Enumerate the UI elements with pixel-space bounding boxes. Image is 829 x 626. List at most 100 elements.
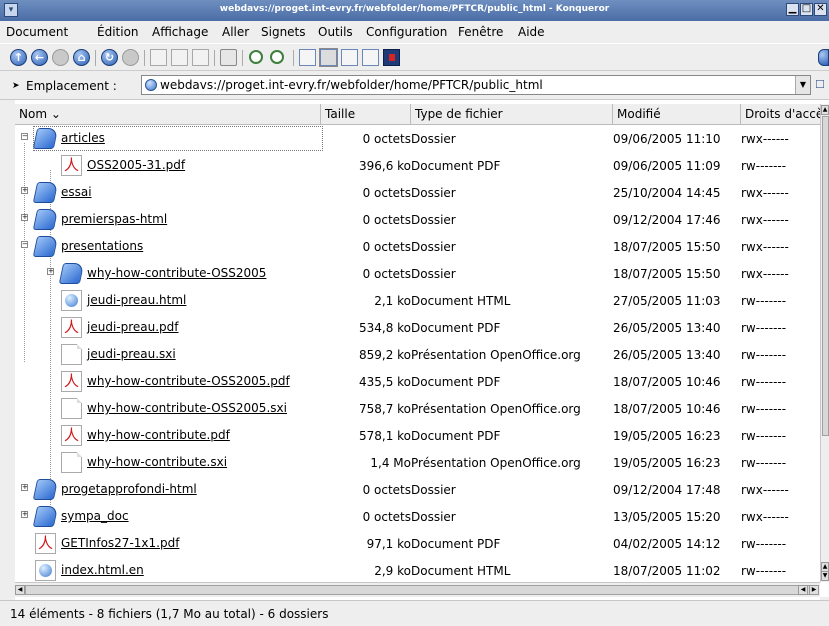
multicolumn-view-icon[interactable] (341, 49, 358, 66)
menu-configuration[interactable]: Configuration (366, 25, 447, 39)
folder-icon[interactable] (58, 263, 85, 284)
file-name[interactable]: presentations (61, 239, 143, 253)
folder-icon[interactable] (32, 128, 59, 149)
expand-icon[interactable]: + (21, 511, 28, 518)
forward-arrow-icon[interactable] (52, 49, 69, 66)
file-row[interactable]: + progetapprofondi-html 0 octets Dossier 09/… (15, 476, 820, 503)
file-name[interactable]: why-how-contribute-OSS2005 (87, 266, 266, 280)
html-icon[interactable] (61, 290, 82, 311)
horizontal-scrollbar[interactable]: ◀ ◀ ▶ (15, 582, 820, 597)
menu-outils[interactable]: Outils (318, 25, 353, 39)
back-arrow-icon[interactable]: ← (31, 49, 48, 66)
copy-icon[interactable] (171, 49, 188, 66)
file-row[interactable]: why-how-contribute.pdf 578,1 koDocument P… (15, 422, 820, 449)
pdf-icon[interactable] (61, 317, 82, 338)
file-name[interactable]: index.html.en (61, 563, 144, 577)
scroll-down-icon[interactable]: ▼ (821, 571, 829, 581)
detail-view-icon[interactable] (319, 48, 338, 67)
column-size[interactable]: Taille (321, 104, 411, 124)
file-row[interactable]: − presentations 0 octets Dossier 18/07/2005 … (15, 233, 820, 260)
menu-fenetre[interactable]: Fenêtre (458, 25, 503, 39)
column-type[interactable]: Type de fichier (411, 104, 613, 124)
maximize-button[interactable]: □ (800, 3, 813, 16)
pdf-icon[interactable] (35, 533, 56, 554)
pdf-icon[interactable] (61, 155, 82, 176)
file-name[interactable]: essai (61, 185, 92, 199)
go-icon[interactable]: ☐ (815, 78, 825, 91)
file-row[interactable]: why-how-contribute.sxi 1,4 Mo Présentation… (15, 449, 820, 476)
expand-icon[interactable]: + (21, 187, 28, 194)
file-name[interactable]: GETInfos27-1x1.pdf (61, 536, 179, 550)
sxi-icon[interactable] (61, 344, 82, 365)
preview-view-icon[interactable] (362, 49, 379, 66)
folder-icon[interactable] (32, 209, 59, 230)
expand-icon[interactable]: + (21, 214, 28, 221)
pdf-icon[interactable] (61, 425, 82, 446)
collapse-icon[interactable]: − (21, 241, 28, 248)
menu-edition[interactable]: Édition (97, 25, 139, 39)
column-permissions[interactable]: Droits d'accès (741, 104, 820, 124)
file-name[interactable]: why-how-contribute-OSS2005.sxi (87, 401, 287, 415)
file-name[interactable]: articles (61, 131, 105, 145)
pdf-icon[interactable] (61, 371, 82, 392)
home-icon[interactable]: ⌂ (73, 49, 90, 66)
file-row[interactable]: GETInfos27-1x1.pdf 97,1 koDocument PDF 04/… (15, 530, 820, 557)
file-name[interactable]: progetapprofondi-html (61, 482, 197, 496)
file-name[interactable]: why-how-contribute.pdf (87, 428, 230, 442)
column-name[interactable]: Nom ⌄ (15, 104, 321, 124)
collapse-icon[interactable]: − (21, 133, 28, 140)
stop-icon[interactable] (122, 49, 139, 66)
file-name[interactable]: why-how-contribute.sxi (87, 455, 227, 469)
location-dropdown-icon[interactable]: ▼ (795, 76, 810, 94)
file-row[interactable]: − articles 0 octets Dossier 09/06/2005 11:10… (15, 125, 820, 152)
sxi-icon[interactable] (61, 452, 82, 473)
file-row[interactable]: + why-how-contribute-OSS2005 0 octets Dossi… (15, 260, 820, 287)
file-row[interactable]: + premierspas-html 0 octets Dossier 09/12/20… (15, 206, 820, 233)
paste-icon[interactable] (192, 49, 209, 66)
clear-location-icon[interactable]: ➤ (12, 81, 20, 91)
menu-affichage[interactable]: Affichage (152, 25, 208, 39)
file-row[interactable]: + sympa_doc 0 octets Dossier 13/05/2005 15:2… (15, 503, 820, 530)
close-button[interactable]: ✕ (814, 3, 827, 16)
file-row[interactable]: + essai 0 octets Dossier 25/10/2004 14:45 rwx… (15, 179, 820, 206)
zoom-in-icon[interactable] (249, 50, 263, 64)
expand-icon[interactable]: + (21, 484, 28, 491)
horizontal-scroll-thumb[interactable] (25, 585, 810, 595)
file-name[interactable]: OSS2005-31.pdf (87, 158, 185, 172)
zoom-out-icon[interactable] (270, 50, 284, 64)
file-name[interactable]: sympa_doc (61, 509, 129, 523)
file-name[interactable]: jeudi-preau.sxi (87, 347, 176, 361)
file-row[interactable]: index.html.en 2,9 ko Document HTML 18/07/20… (15, 557, 820, 582)
column-modified[interactable]: Modifié (613, 104, 741, 124)
icon-view-icon[interactable] (299, 49, 316, 66)
vertical-scroll-thumb[interactable] (822, 116, 829, 436)
folder-icon[interactable] (32, 479, 59, 500)
up-arrow-icon[interactable]: ↑ (10, 49, 27, 66)
file-row[interactable]: jeudi-preau.pdf 534,8 koDocument PDF 26/05… (15, 314, 820, 341)
file-row[interactable]: jeudi-preau.html 2,1 ko Document HTML 27/05… (15, 287, 820, 314)
file-row[interactable]: why-how-contribute-OSS2005.sxi 758,7 ko Pr… (15, 395, 820, 422)
location-url[interactable]: webdavs://proget.int-evry.fr/webfolder/h… (160, 78, 543, 92)
menu-signets[interactable]: Signets (261, 25, 306, 39)
file-name[interactable]: premierspas-html (61, 212, 167, 226)
file-list[interactable]: − articles 0 octets Dossier 09/06/2005 11:10… (15, 125, 820, 582)
folder-icon[interactable] (32, 506, 59, 527)
scroll-up-icon[interactable]: ▲ (821, 105, 829, 115)
minimize-button[interactable]: ▁ (786, 3, 799, 16)
file-name[interactable]: why-how-contribute-OSS2005.pdf (87, 374, 290, 388)
file-row[interactable]: OSS2005-31.pdf 396,6 koDocument PDF 09/06/… (15, 152, 820, 179)
reload-icon[interactable]: ↻ (101, 49, 118, 66)
vertical-scrollbar[interactable]: ▲ ▲ ▼ (820, 104, 829, 582)
location-input[interactable]: webdavs://proget.int-evry.fr/webfolder/h… (141, 75, 811, 95)
menu-aide[interactable]: Aide (518, 25, 545, 39)
terminal-icon[interactable] (383, 49, 400, 66)
folder-icon[interactable] (32, 182, 59, 203)
menu-document[interactable]: Document (6, 25, 68, 39)
cut-icon[interactable] (150, 49, 167, 66)
scroll-left-end-icon[interactable]: ◀ (798, 585, 808, 595)
sxi-icon[interactable] (61, 398, 82, 419)
file-name[interactable]: jeudi-preau.html (87, 293, 186, 307)
menu-aller[interactable]: Aller (222, 25, 249, 39)
file-row[interactable]: jeudi-preau.sxi 859,2 ko Présentation Open… (15, 341, 820, 368)
html-icon[interactable] (35, 560, 56, 581)
